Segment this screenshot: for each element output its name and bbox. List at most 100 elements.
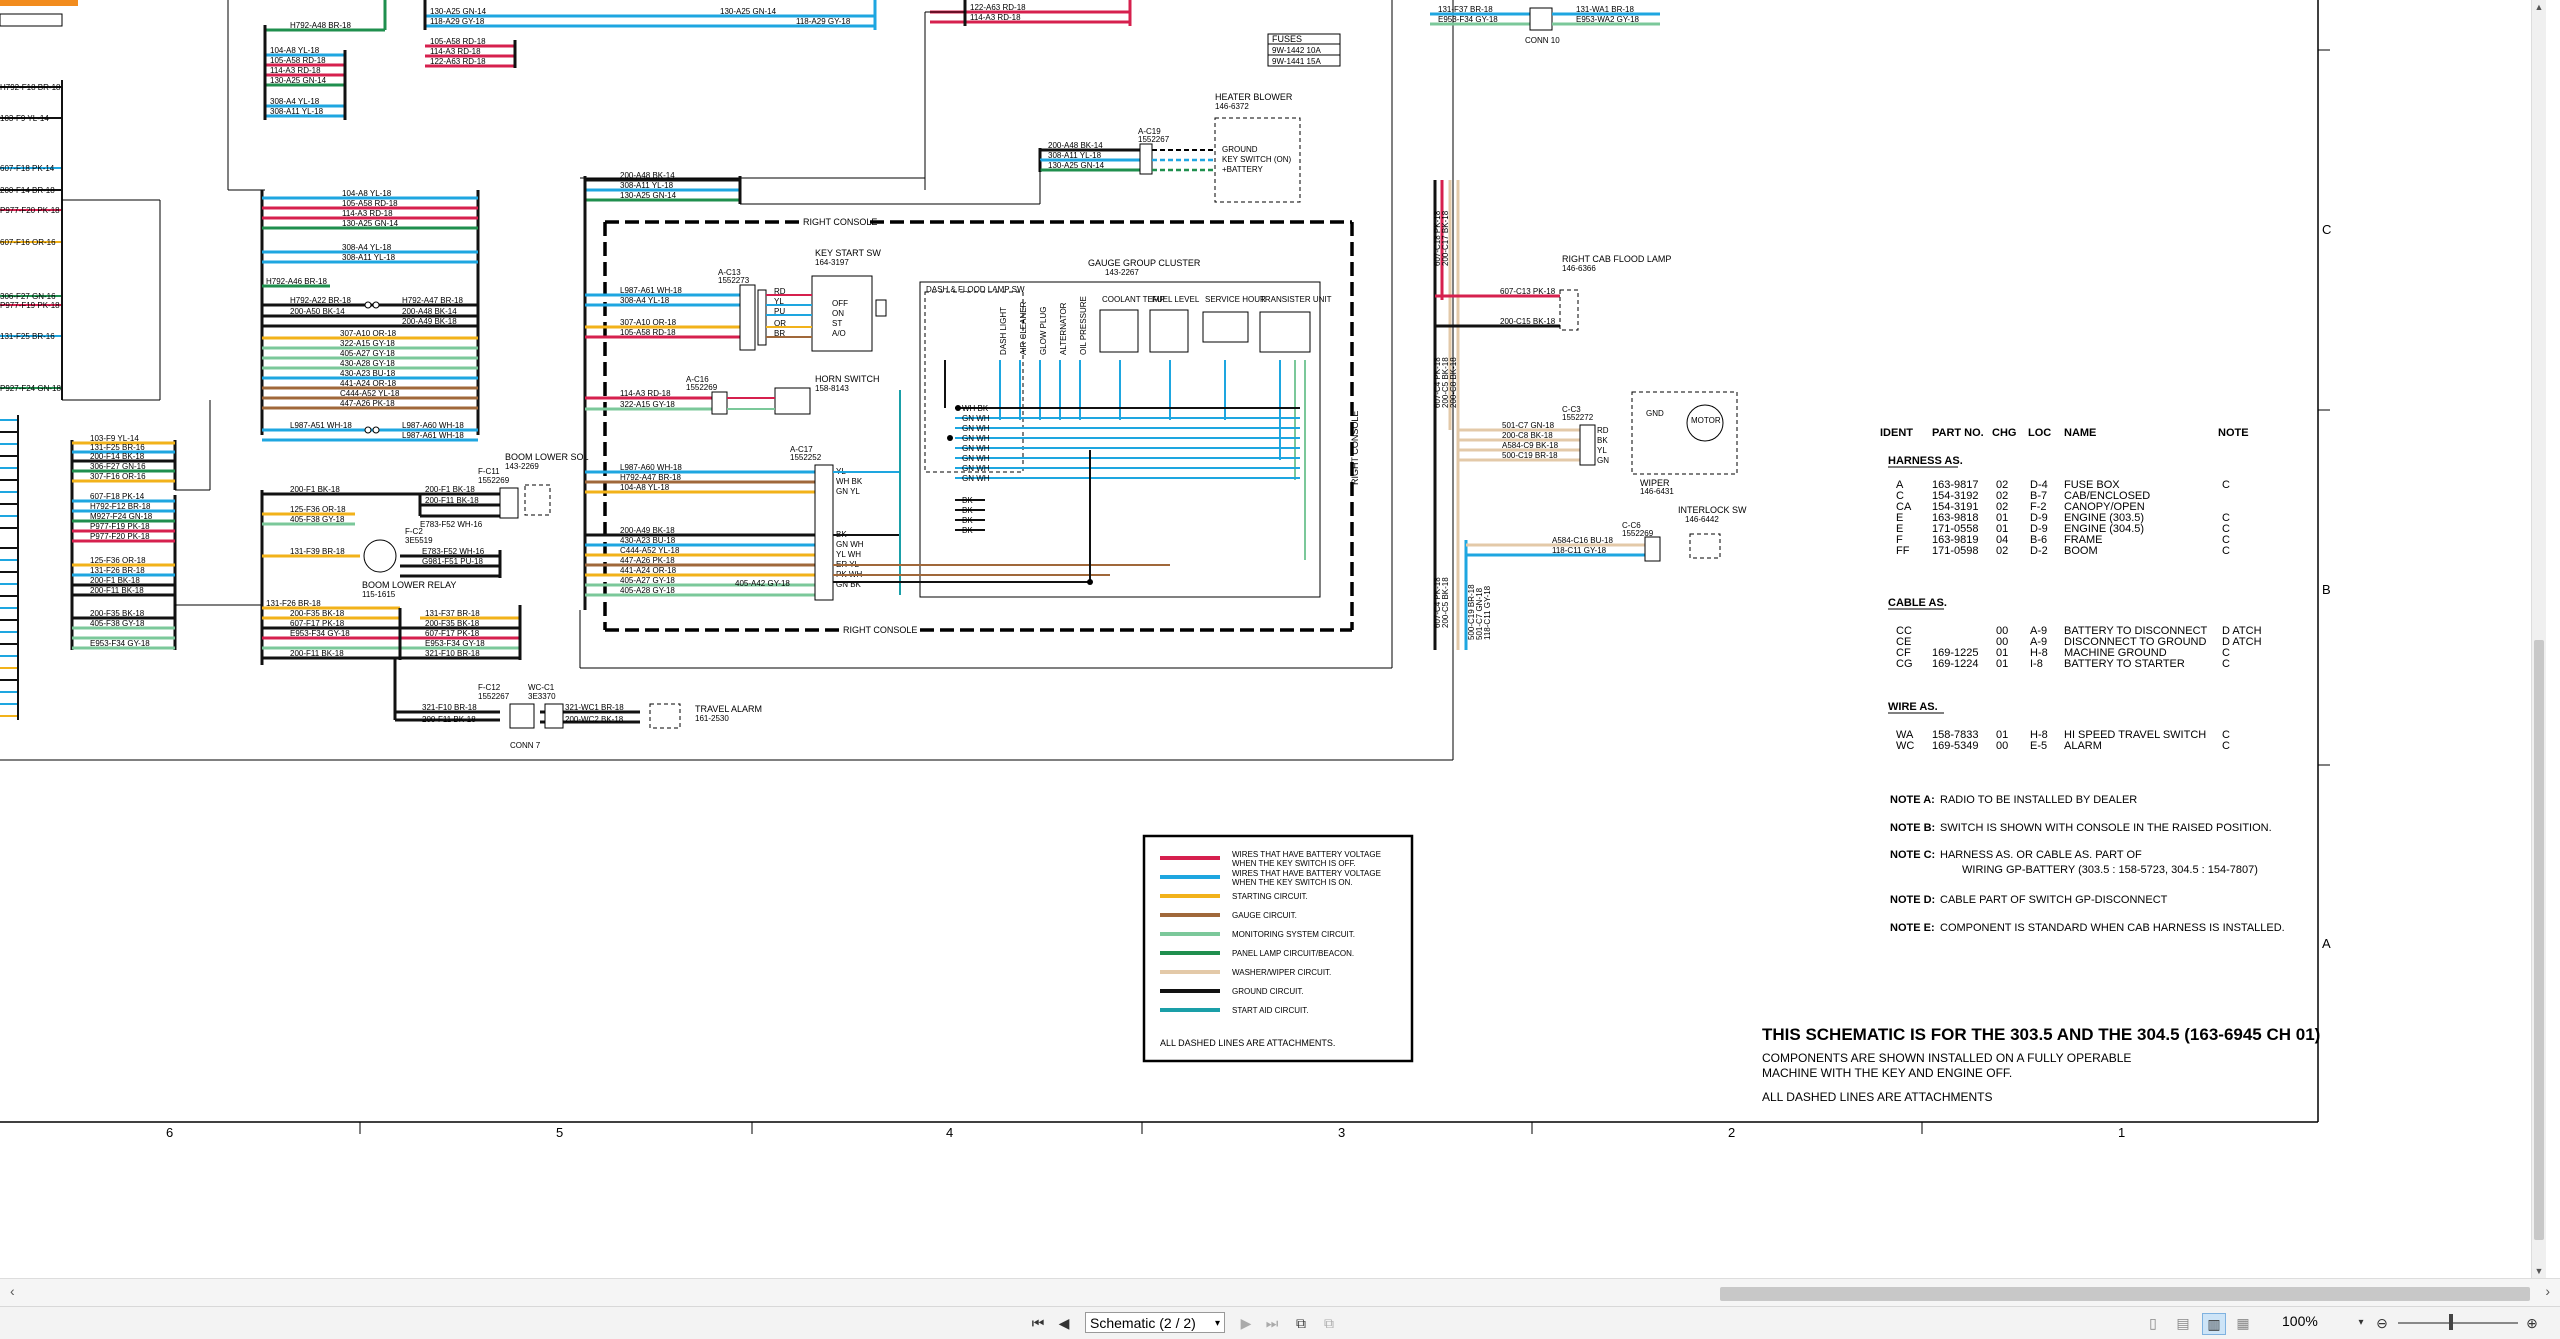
svg-text:BR: BR	[774, 329, 785, 338]
svg-text:441-A24 OR-18: 441-A24 OR-18	[340, 379, 397, 388]
fuses-box: FUSES 9W-1442 10A 9W-1441 15A	[1267, 33, 1341, 67]
svg-text:200-A49 BK-18: 200-A49 BK-18	[402, 317, 457, 326]
svg-text:P927-F24 GN-18: P927-F24 GN-18	[0, 384, 61, 393]
svg-text:322-A15 GY-18: 322-A15 GY-18	[340, 339, 395, 348]
svg-text:C444-A52 YL-18: C444-A52 YL-18	[620, 546, 680, 555]
svg-text:RD: RD	[1597, 426, 1609, 435]
svg-text:DASH & FLOOD LAMP SW: DASH & FLOOD LAMP SW	[926, 285, 1025, 294]
zone-label-1: 1	[2118, 1125, 2125, 1140]
schematic-sheet: .w { fill:none; stroke-width:3; } .wt { …	[0, 0, 2331, 1140]
legend-footer: ALL DASHED LINES ARE ATTACHMENTS.	[1160, 1038, 1335, 1048]
svg-text:GN WH: GN WH	[962, 464, 990, 473]
svg-text:200-F35 BK-18: 200-F35 BK-18	[290, 609, 345, 618]
svg-text:1552267: 1552267	[1138, 135, 1170, 144]
svg-text:GN WH: GN WH	[962, 474, 990, 483]
conn-7-label: CONN 7	[510, 741, 541, 750]
svg-text:GN WH: GN WH	[962, 444, 990, 453]
zoom-slider-handle[interactable]	[2449, 1314, 2453, 1330]
svg-text:405-A27 GY-18: 405-A27 GY-18	[620, 576, 675, 585]
zoom-in-icon[interactable]: ⊕	[2522, 1313, 2542, 1333]
svg-text:307-A10 OR-18: 307-A10 OR-18	[620, 318, 677, 327]
svg-text:MOTOR: MOTOR	[1691, 416, 1721, 425]
svg-text:SWITCH IS SHOWN WITH CONSOLE I: SWITCH IS SHOWN WITH CONSOLE IN THE RAIS…	[1940, 822, 2272, 834]
svg-text:430-A23 BU-18: 430-A23 BU-18	[620, 536, 676, 545]
legend-label: MONITORING SYSTEM CIRCUIT.	[1232, 930, 1355, 939]
svg-text:308-A4 YL-18: 308-A4 YL-18	[270, 97, 320, 106]
page-select[interactable]: Schematic (2 / 2) ▾	[1085, 1312, 1225, 1333]
mid-bundle: 104-A8 YL-18 105-A58 RD-18 114-A3 RD-18 …	[260, 189, 480, 442]
facing-view-icon[interactable]: ▥	[2202, 1313, 2226, 1335]
zoom-level[interactable]: 100%	[2282, 1313, 2318, 1329]
right-cab-area: 131-F37 BR-18 E953-F34 GY-18 131-WA1 BR-…	[1430, 5, 1747, 650]
fuses-title: FUSES	[1272, 34, 1302, 44]
continuous-view-icon[interactable]: ▤	[2172, 1313, 2194, 1333]
svg-text:200-A50 BK-14: 200-A50 BK-14	[290, 307, 345, 316]
horizontal-scroll-thumb[interactable]	[1720, 1287, 2530, 1301]
zoom-dropdown-icon[interactable]: ▾	[2354, 1313, 2368, 1333]
horizontal-scrollbar[interactable]: ‹ ›	[0, 1278, 2560, 1307]
svg-text:TRANSISTER UNIT: TRANSISTER UNIT	[1260, 295, 1332, 304]
svg-text:405-F38 GY-18: 405-F38 GY-18	[290, 515, 345, 524]
svg-text:E783-F52 WH-16: E783-F52 WH-16	[420, 520, 483, 529]
svg-text:200-C15 BK-18: 200-C15 BK-18	[1500, 317, 1556, 326]
svg-text:GND: GND	[1646, 409, 1664, 418]
right-console-top-label: RIGHT CONSOLE	[803, 217, 877, 227]
table-cell: E-5	[2030, 740, 2047, 752]
svg-text:F-C12: F-C12	[478, 683, 501, 692]
svg-text:F-C11: F-C11	[478, 467, 500, 476]
zoom-slider[interactable]	[2398, 1322, 2518, 1324]
svg-text:118-A29 GY-18: 118-A29 GY-18	[430, 17, 485, 26]
svg-text:BK: BK	[962, 516, 973, 525]
svg-text:105-A58 RD-18: 105-A58 RD-18	[620, 328, 676, 337]
vertical-scroll-thumb[interactable]	[2534, 640, 2544, 1240]
scroll-right-icon[interactable]: ›	[2545, 1283, 2550, 1299]
paste-page-icon[interactable]: ⧉	[1318, 1313, 1340, 1333]
svg-text:200-F35 BK-18: 200-F35 BK-18	[425, 619, 480, 628]
svg-text:WH BK: WH BK	[836, 477, 863, 486]
svg-text:308-A11 YL-18: 308-A11 YL-18	[620, 181, 674, 190]
last-page-icon[interactable]: ⏭	[1262, 1313, 1282, 1333]
scroll-left-icon[interactable]: ‹	[10, 1283, 15, 1299]
svg-text:200-C17 BK-18: 200-C17 BK-18	[1441, 210, 1450, 266]
vertical-scrollbar[interactable]: ▲ ▼	[2531, 0, 2546, 1278]
svg-text:NOTE E:: NOTE E:	[1890, 922, 1935, 934]
svg-text:NOTE B:: NOTE B:	[1890, 822, 1935, 834]
svg-text:114-A3 RD-18: 114-A3 RD-18	[620, 389, 671, 398]
svg-text:146-6442: 146-6442	[1685, 515, 1719, 524]
legend-label: PANEL LAMP CIRCUIT/BEACON.	[1232, 949, 1354, 958]
first-page-icon[interactable]: ⏮	[1028, 1313, 1048, 1333]
scroll-down-icon[interactable]: ▼	[2532, 1264, 2546, 1278]
zone-label-a: A	[2322, 936, 2331, 951]
copy-page-icon[interactable]: ⧉	[1290, 1313, 1312, 1333]
svg-text:H792-A47 BR-18: H792-A47 BR-18	[620, 473, 681, 482]
svg-text:SERVICE HOUR: SERVICE HOUR	[1205, 295, 1266, 304]
svg-text:125-F36 OR-18: 125-F36 OR-18	[290, 505, 346, 514]
zoom-out-icon[interactable]: ⊖	[2372, 1313, 2392, 1333]
svg-text:COMPONENTS ARE SHOWN INSTALLED: COMPONENTS ARE SHOWN INSTALLED ON A FULL…	[1762, 1051, 2131, 1065]
document-viewport: .w { fill:none; stroke-width:3; } .wt { …	[0, 0, 2546, 1278]
table-cell: BOOM	[2064, 545, 2098, 557]
svg-text:122-A63 RD-18: 122-A63 RD-18	[430, 57, 486, 66]
svg-text:LOC: LOC	[2028, 427, 2051, 439]
single-page-view-icon[interactable]: ▯	[2142, 1313, 2164, 1333]
svg-text:308-A11 YL-18: 308-A11 YL-18	[270, 107, 324, 116]
svg-text:P977-F20 PK-18: P977-F20 PK-18	[0, 206, 60, 215]
svg-text:130-A25 GN-14: 130-A25 GN-14	[270, 76, 327, 85]
left-bundle: 103-F9 YL-14 131-F25 BR-16 200-F14 BK-18…	[70, 400, 262, 650]
svg-text:200-A49 BK-18: 200-A49 BK-18	[620, 526, 675, 535]
legend-label: GROUND CIRCUIT.	[1232, 987, 1304, 996]
svg-text:200-F14 BR-18: 200-F14 BR-18	[0, 186, 55, 195]
schematic-title: THIS SCHEMATIC IS FOR THE 303.5 AND THE …	[1762, 1025, 2320, 1044]
svg-text:430-A23 BU-18: 430-A23 BU-18	[340, 369, 396, 378]
svg-text:130-A25 GN-14: 130-A25 GN-14	[342, 219, 399, 228]
notes: NOTE A: RADIO TO BE INSTALLED BY DEALER …	[1890, 794, 2285, 934]
prev-page-icon[interactable]: ◀	[1054, 1313, 1074, 1333]
svg-text:L987-A60 WH-18: L987-A60 WH-18	[402, 421, 464, 430]
zone-label-3: 3	[1338, 1125, 1345, 1140]
table-cell: WC	[1896, 740, 1914, 752]
continuous-facing-view-icon[interactable]: ▦	[2232, 1313, 2254, 1333]
next-page-icon[interactable]: ▶	[1236, 1313, 1256, 1333]
table-cell: 169-5349	[1932, 740, 1979, 752]
scroll-up-icon[interactable]: ▲	[2532, 0, 2546, 14]
svg-text:GN: GN	[1597, 456, 1609, 465]
